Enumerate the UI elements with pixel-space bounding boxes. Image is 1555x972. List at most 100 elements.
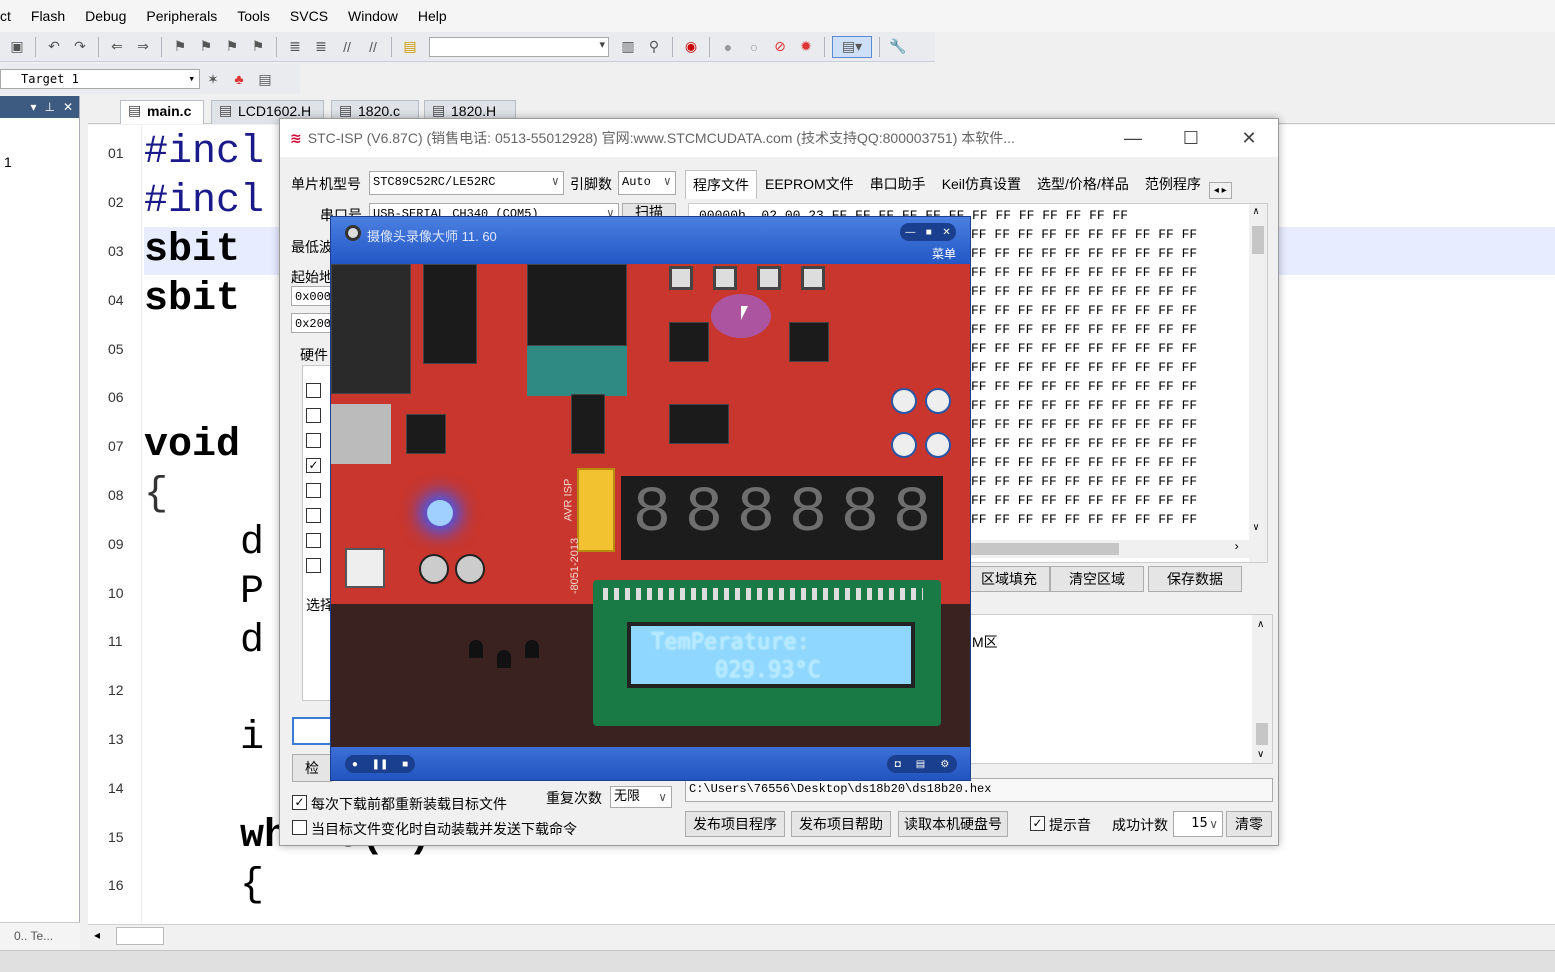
breakpoint-icon[interactable]: ● — [717, 36, 739, 58]
save-data-button[interactable]: 保存数据 — [1148, 566, 1242, 592]
download-button[interactable] — [292, 717, 332, 745]
bookmark-next-icon[interactable]: ⚑ — [221, 36, 243, 58]
pause-icon[interactable]: ❚❚ — [372, 759, 389, 770]
nav-back-icon[interactable]: ⇐ — [106, 36, 128, 58]
find-icon[interactable]: ▥ — [617, 36, 639, 58]
breakpoint-kill-all-icon[interactable]: ✹ — [795, 36, 817, 58]
uncomment-icon[interactable]: // — [362, 36, 384, 58]
nav-forward-icon[interactable]: ⇒ — [132, 36, 154, 58]
breakpoint-disable-icon[interactable]: ○ — [743, 36, 765, 58]
option-checkbox-checked[interactable]: ✓ — [306, 458, 321, 473]
camera-recorder-window[interactable]: 摄像头录像大师 11. 60 — ■ ✕ 菜单 AVR ISP -8051-20… — [330, 216, 971, 781]
settings-icon[interactable]: ⚙ — [940, 759, 949, 770]
scroll-up-icon[interactable]: ∧ — [1253, 206, 1259, 218]
comment-icon[interactable]: // — [336, 36, 358, 58]
pane-menu-icon[interactable]: ▾ — [30, 100, 36, 114]
menu-help[interactable]: Help — [409, 0, 458, 32]
sound-checkbox[interactable]: ✓ — [1030, 816, 1045, 831]
publish-help-button[interactable]: 发布项目帮助 — [791, 811, 891, 837]
publish-project-button[interactable]: 发布项目程序 — [685, 811, 785, 837]
hex-vertical-scrollbar[interactable]: ∧ ∨ — [1249, 204, 1267, 562]
select-packs-icon[interactable]: ▤ — [254, 68, 276, 90]
indent-icon[interactable]: ≣ — [284, 36, 306, 58]
minimize-icon[interactable]: — — [905, 227, 915, 238]
scroll-thumb[interactable] — [116, 927, 164, 945]
option-checkbox[interactable] — [306, 408, 321, 423]
scroll-left-icon[interactable]: ◂ — [94, 928, 100, 942]
pin-count-select[interactable]: Auto — [618, 171, 676, 195]
option-checkbox[interactable] — [306, 383, 321, 398]
tab-main-c[interactable]: main.c — [120, 100, 204, 124]
incremental-find-icon[interactable]: ⚲ — [643, 36, 665, 58]
scroll-up-icon[interactable]: ∧ — [1257, 619, 1264, 630]
close-icon[interactable]: ✕ — [63, 100, 73, 114]
tab-keil-sim[interactable]: Keil仿真设置 — [934, 169, 1029, 199]
target-select[interactable]: Target 1 — [0, 69, 200, 89]
paste-icon[interactable]: ▣ — [6, 36, 28, 58]
check-mcu-button[interactable]: 检 — [292, 754, 332, 782]
project-tree-node[interactable]: 1 — [4, 154, 12, 170]
options-for-target-icon[interactable]: ✶ — [202, 68, 224, 90]
area-fill-button[interactable]: 区域填充 — [968, 566, 1050, 592]
record-icon[interactable]: ● — [352, 759, 358, 770]
menu-debug[interactable]: Debug — [76, 0, 137, 32]
debug-session-icon[interactable]: ◉ — [680, 36, 702, 58]
tab-examples[interactable]: 范例程序 — [1137, 169, 1209, 199]
tab-serial-assistant[interactable]: 串口助手 — [862, 169, 934, 199]
tab-selection-price[interactable]: 选型/价格/样品 — [1029, 169, 1137, 199]
tab-hardware-options[interactable]: 硬件 — [300, 345, 328, 365]
option-checkbox[interactable] — [306, 433, 321, 448]
minimize-icon[interactable]: — — [1104, 119, 1162, 157]
tab-scroll-arrows-icon[interactable]: ◂ ▸ — [1208, 182, 1232, 199]
redo-icon[interactable]: ↷ — [69, 36, 91, 58]
auto-load-checkbox[interactable] — [292, 820, 307, 835]
scroll-down-icon[interactable]: ∨ — [1257, 749, 1264, 760]
mcu-model-select[interactable]: STC89C52RC/LE52RC — [369, 171, 564, 195]
menu-flash[interactable]: Flash — [22, 0, 76, 32]
folder-icon[interactable]: ▤ — [916, 759, 925, 770]
stop-icon[interactable]: ■ — [402, 759, 408, 770]
option-checkbox[interactable] — [306, 533, 321, 548]
menu-peripherals[interactable]: Peripherals — [137, 0, 228, 32]
log-vertical-scrollbar[interactable]: ∧ ∨ — [1252, 615, 1272, 763]
project-tab[interactable]: 0.. Te... — [0, 922, 80, 950]
tab-program-file[interactable]: 程序文件 — [685, 170, 757, 199]
bookmark-icon[interactable]: ⚑ — [169, 36, 191, 58]
configure-icon[interactable]: 🔧 — [887, 36, 909, 58]
camera-menu-button[interactable]: 菜单 — [932, 245, 956, 262]
editor-horizontal-scrollbar[interactable]: ◂ — [88, 924, 1555, 948]
close-icon[interactable]: ✕ — [942, 227, 950, 238]
scroll-right-icon[interactable]: › — [1233, 540, 1240, 554]
menu-project[interactable]: ct — [0, 0, 22, 32]
repeat-count-select[interactable]: 无限 — [610, 786, 672, 808]
menu-tools[interactable]: Tools — [228, 0, 281, 32]
scroll-thumb[interactable] — [1252, 226, 1264, 254]
tab-eeprom-file[interactable]: EEPROM文件 — [757, 169, 862, 199]
pin-icon[interactable]: ⊥ — [44, 100, 54, 114]
hex-file-path[interactable]: C:\Users\76556\Desktop\ds18b20\ds18b20.h… — [685, 778, 1273, 802]
window-layout-icon[interactable]: ▤▾ — [832, 35, 872, 58]
scroll-thumb[interactable] — [959, 543, 1119, 555]
scroll-thumb[interactable] — [1256, 723, 1268, 745]
close-icon[interactable]: ✕ — [1220, 119, 1278, 157]
menu-svcs[interactable]: SVCS — [281, 0, 339, 32]
menu-window[interactable]: Window — [339, 0, 409, 32]
find-in-files-icon[interactable]: ▤ — [399, 36, 421, 58]
undo-icon[interactable]: ↶ — [43, 36, 65, 58]
reset-count-button[interactable]: 清零 — [1226, 811, 1272, 837]
read-disk-id-button[interactable]: 读取本机硬盘号 — [898, 811, 1008, 837]
bookmark-clear-icon[interactable]: ⚑ — [247, 36, 269, 58]
reload-before-download-checkbox[interactable]: ✓ — [292, 795, 307, 810]
scroll-down-icon[interactable]: ∨ — [1253, 522, 1259, 534]
option-checkbox[interactable] — [306, 558, 321, 573]
manage-project-icon[interactable]: ♣ — [228, 68, 250, 90]
unindent-icon[interactable]: ≣ — [310, 36, 332, 58]
clear-area-button[interactable]: 清空区域 — [1050, 566, 1144, 592]
snapshot-icon[interactable]: ◘ — [895, 759, 901, 770]
maximize-icon[interactable]: ■ — [926, 227, 932, 238]
maximize-icon[interactable]: ☐ — [1162, 119, 1220, 157]
breakpoint-kill-icon[interactable]: ⊘ — [769, 36, 791, 58]
bookmark-prev-icon[interactable]: ⚑ — [195, 36, 217, 58]
option-checkbox[interactable] — [306, 508, 321, 523]
find-combo[interactable] — [429, 36, 609, 57]
